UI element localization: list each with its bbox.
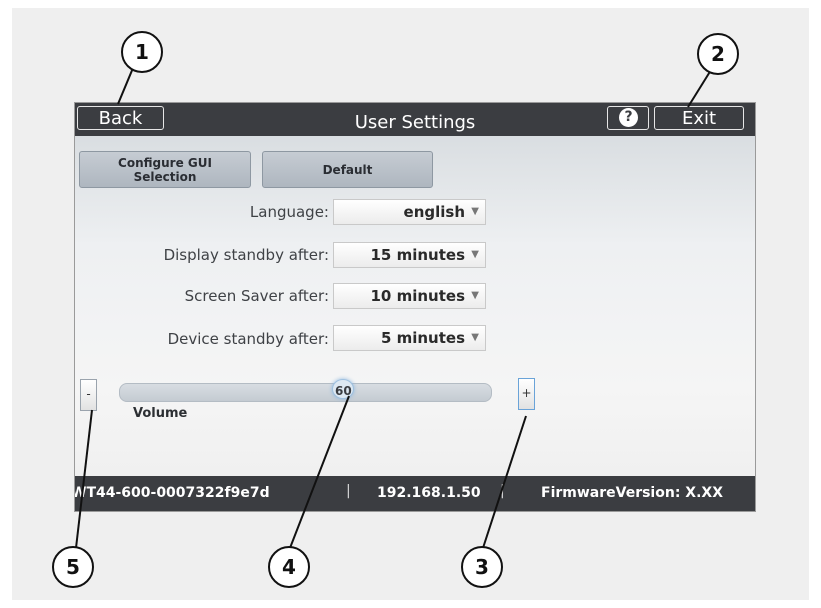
callout-2: 2 — [697, 33, 739, 75]
leader-line-1 — [117, 67, 134, 105]
leader-line-3 — [482, 415, 527, 549]
callout-leader-lines — [75, 67, 712, 549]
callout-3: 3 — [461, 546, 503, 588]
leader-line-4 — [289, 395, 350, 549]
leader-line-2 — [687, 69, 712, 108]
callout-1: 1 — [121, 31, 163, 73]
leader-line-5 — [75, 409, 93, 549]
callout-5: 5 — [52, 546, 94, 588]
callout-4: 4 — [268, 546, 310, 588]
